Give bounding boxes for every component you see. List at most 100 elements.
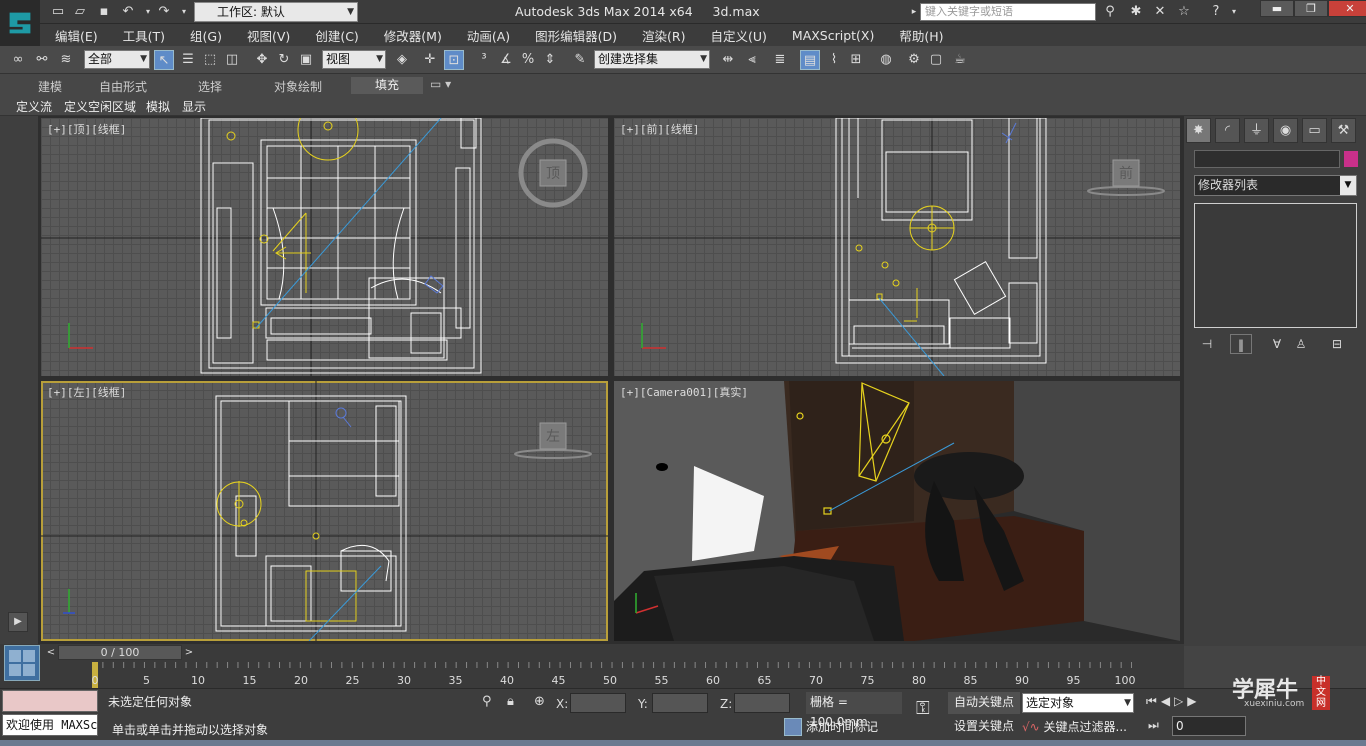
- redo-icon[interactable]: ↷: [156, 4, 172, 20]
- time-slider[interactable]: [40, 644, 1184, 662]
- menu-rendering[interactable]: 渲染(R): [642, 26, 685, 45]
- rendered-frame-window-icon[interactable]: ▢: [926, 50, 946, 70]
- open-file-icon[interactable]: ▱: [72, 4, 88, 20]
- rect-selection-icon[interactable]: ⬚: [200, 50, 220, 70]
- add-time-tag[interactable]: 添加时间标记: [806, 716, 878, 735]
- time-tag-icon[interactable]: [784, 718, 802, 736]
- x-coordinate-field[interactable]: [570, 693, 626, 713]
- menu-group[interactable]: 组(G): [190, 26, 222, 45]
- viewport-left-label[interactable]: [+][左][线框]: [47, 384, 126, 400]
- menu-customize[interactable]: 自定义(U): [711, 26, 767, 45]
- mirror-icon[interactable]: ⇹: [718, 50, 738, 70]
- time-next-icon[interactable]: >: [182, 645, 196, 660]
- define-idle-areas-button[interactable]: 定义空闲区域: [64, 98, 136, 115]
- menu-tools[interactable]: 工具(T): [123, 26, 165, 45]
- unlink-icon[interactable]: ⚯: [32, 50, 52, 70]
- define-flows-button[interactable]: 定义流: [16, 98, 52, 115]
- menu-edit[interactable]: 编辑(E): [55, 26, 98, 45]
- select-object-icon[interactable]: ↖: [154, 50, 174, 70]
- track-bar[interactable]: 0 5 10 15 20 25 30 35 40 45 50 55 60 65 70 75 80 85 90 95 10…: [40, 662, 1184, 688]
- material-editor-icon[interactable]: ◍: [876, 50, 896, 70]
- isolate-selection-icon[interactable]: ⚲: [482, 694, 492, 709]
- current-frame-field[interactable]: 0: [1172, 716, 1246, 736]
- search-input[interactable]: 键入关键字或短语: [920, 3, 1096, 21]
- schematic-view-icon[interactable]: ⊞: [846, 50, 866, 70]
- pin-stack-icon[interactable]: ⊣: [1196, 334, 1218, 354]
- menu-graph-editors[interactable]: 图形编辑器(D): [535, 26, 617, 45]
- link-icon[interactable]: ∞: [8, 50, 28, 70]
- viewport-layout-icon[interactable]: [4, 645, 40, 681]
- layer-manager-icon[interactable]: ≣: [770, 50, 790, 70]
- communication-icon[interactable]: ✕: [1152, 4, 1168, 20]
- edit-named-selection-icon[interactable]: ✎: [570, 50, 590, 70]
- key-icon[interactable]: ⚿: [916, 698, 930, 719]
- key-mode-icon[interactable]: ⏭: [1148, 718, 1159, 733]
- z-coordinate-field[interactable]: [734, 693, 790, 713]
- set-key-button[interactable]: 设置关键点: [948, 716, 1020, 738]
- display-tab-icon[interactable]: ▭: [1302, 118, 1327, 143]
- curve-editor-icon[interactable]: ⌇: [824, 50, 844, 70]
- show-end-result-icon[interactable]: ‖: [1230, 334, 1252, 354]
- absolute-mode-icon[interactable]: ⊕: [534, 694, 545, 709]
- restore-button[interactable]: ❐: [1294, 0, 1328, 17]
- help-dropdown-icon[interactable]: ▾: [1226, 4, 1242, 20]
- render-production-icon[interactable]: ☕: [950, 50, 970, 70]
- create-tab-icon[interactable]: ✸: [1186, 118, 1211, 143]
- go-to-start-icon[interactable]: ⏮: [1146, 694, 1161, 708]
- configure-modifier-sets-icon[interactable]: ⊟: [1326, 334, 1348, 354]
- utilities-tab-icon[interactable]: ⚒: [1331, 118, 1356, 143]
- tab-object-paint[interactable]: 对象绘制: [274, 78, 322, 95]
- display-button[interactable]: 显示: [182, 98, 206, 115]
- time-slider-thumb[interactable]: 0 / 100: [58, 645, 182, 660]
- scale-icon[interactable]: ▣: [296, 50, 316, 70]
- app-logo-button[interactable]: [0, 0, 40, 46]
- hierarchy-tab-icon[interactable]: ⏚: [1244, 118, 1269, 143]
- align-icon[interactable]: ⫷: [742, 50, 762, 70]
- undo-icon[interactable]: ↶: [120, 4, 136, 20]
- modify-tab-icon[interactable]: ◜: [1215, 118, 1240, 143]
- motion-tab-icon[interactable]: ◉: [1273, 118, 1298, 143]
- ribbon-options-icon[interactable]: ▭ ▾: [430, 77, 451, 91]
- menu-create[interactable]: 创建(C): [315, 26, 358, 45]
- key-selection-select[interactable]: 选定对象 ▼: [1022, 693, 1134, 713]
- next-frame-icon[interactable]: ▶: [1187, 694, 1200, 708]
- graphite-ribbon-icon[interactable]: ▤: [800, 50, 820, 70]
- new-file-icon[interactable]: ▭: [50, 4, 66, 20]
- maxscript-listener-output[interactable]: [2, 690, 98, 712]
- help-icon[interactable]: ?: [1208, 4, 1224, 20]
- named-selection-select[interactable]: 创建选择集 ▼: [594, 50, 710, 69]
- render-setup-icon[interactable]: ⚙: [904, 50, 924, 70]
- object-color-swatch[interactable]: [1344, 151, 1358, 167]
- maxscript-listener-input[interactable]: 欢迎使用 MAXSc: [2, 714, 98, 736]
- tab-freeform[interactable]: 自由形式: [99, 78, 147, 95]
- selection-filter-select[interactable]: 全部 ▼: [84, 50, 150, 69]
- window-crossing-icon[interactable]: ◫: [222, 50, 242, 70]
- simulate-button[interactable]: 模拟: [146, 98, 170, 115]
- snaps-toggle-icon[interactable]: ³: [474, 50, 494, 70]
- minimize-button[interactable]: ▬: [1260, 0, 1294, 17]
- modifier-list-select[interactable]: 修改器列表 ▼: [1194, 175, 1357, 196]
- reference-coord-select[interactable]: 视图 ▼: [322, 50, 386, 69]
- favorites-star-icon[interactable]: ☆: [1176, 4, 1192, 20]
- key-filters-button[interactable]: √∿ 关键点过滤器...: [1022, 716, 1127, 735]
- viewport-left[interactable]: 左 [+][左][线框]: [41, 381, 608, 641]
- workspace-select[interactable]: 工作区: 默认 ▼: [194, 2, 358, 22]
- menu-help[interactable]: 帮助(H): [899, 26, 943, 45]
- undo-dropdown-icon[interactable]: ▾: [140, 4, 156, 20]
- viewport-top[interactable]: 顶 [+][顶][线框]: [41, 118, 608, 376]
- close-button[interactable]: ✕: [1328, 0, 1366, 17]
- pivot-center-icon[interactable]: ◈: [392, 50, 412, 70]
- auto-key-button[interactable]: 自动关键点: [948, 692, 1020, 714]
- menu-views[interactable]: 视图(V): [247, 26, 290, 45]
- angle-snap-icon[interactable]: ∡: [496, 50, 516, 70]
- save-file-icon[interactable]: ▪: [96, 4, 112, 20]
- expand-arrow-icon[interactable]: ▶: [8, 612, 28, 632]
- viewport-camera-label[interactable]: [+][Camera001][真实]: [620, 384, 748, 400]
- subscription-icon[interactable]: ✱: [1128, 4, 1144, 20]
- viewport-front[interactable]: 前 [+][前][线框]: [614, 118, 1180, 376]
- viewport-front-label[interactable]: [+][前][线框]: [620, 121, 699, 137]
- menu-modifiers[interactable]: 修改器(M): [384, 26, 442, 45]
- rotate-icon[interactable]: ↻: [274, 50, 294, 70]
- object-name-field[interactable]: [1194, 150, 1340, 168]
- viewport-top-label[interactable]: [+][顶][线框]: [47, 121, 126, 137]
